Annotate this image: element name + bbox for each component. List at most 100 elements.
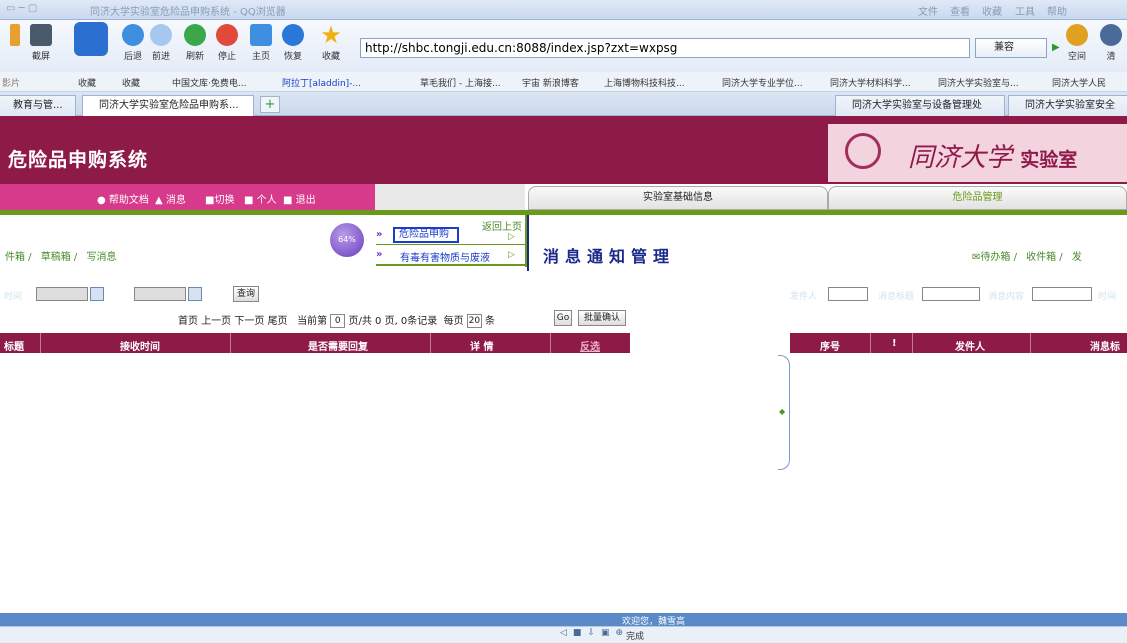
help-docs-link[interactable]: ● 帮助文档 <box>97 191 149 206</box>
star-icon: ★ <box>320 21 342 49</box>
current-page-input[interactable]: 0 <box>330 314 346 328</box>
tab-lab-safety[interactable]: 同济大学实验室安全 <box>1008 95 1127 116</box>
fav-item[interactable]: 同济大学实验室与... <box>938 76 1019 89</box>
address-bar[interactable]: http://shbc.tongji.edu.cn:8088/index.jsp… <box>360 38 970 58</box>
crumb-sent[interactable]: 发 <box>1072 252 1082 263</box>
fav-item[interactable]: 阿拉丁[aladdin]-... <box>282 76 361 89</box>
last-page-link[interactable]: 尾页 <box>268 316 288 327</box>
fav-item[interactable]: 草毛我们 - 上海接... <box>420 76 501 89</box>
refresh-button[interactable]: 刷新 <box>180 24 210 62</box>
invert-selection-link[interactable]: 反选 <box>580 338 600 353</box>
calendar-icon[interactable] <box>188 287 202 301</box>
title-filter-label: 消息标题 <box>878 292 915 302</box>
calendar-icon[interactable] <box>90 287 104 301</box>
fav-item[interactable]: 上海博物科技科技... <box>604 76 685 89</box>
first-page-link[interactable]: 首页 <box>178 316 198 327</box>
fav-item[interactable]: 收藏 <box>78 76 96 89</box>
col-details: 详 情 <box>470 342 494 353</box>
new-tab-button[interactable]: + <box>260 96 280 113</box>
col-sep <box>430 333 431 353</box>
crumb-todo[interactable]: 待办箱 <box>980 252 1010 263</box>
tab-hazard-management[interactable]: 危险品管理 <box>828 186 1127 210</box>
message-icon: ▲ <box>155 195 163 206</box>
university-name: 同济大学 实验室 <box>908 137 1077 174</box>
restore-button[interactable]: 恢复 <box>278 24 308 62</box>
back-page-link[interactable]: 返回上页 <box>482 218 522 233</box>
clear-icon <box>1100 24 1122 46</box>
content-filter-label: 消息内容 <box>988 292 1025 302</box>
menu-file[interactable]: 文件 <box>918 3 938 18</box>
app-title: 危险品申购系统 <box>8 149 149 171</box>
fav-item[interactable]: 同济大学材料科学... <box>830 76 911 89</box>
messages-link[interactable]: ▲ 消息 <box>155 191 186 206</box>
go-arrow-icon[interactable]: ▶ <box>1052 42 1060 53</box>
window-controls-icon[interactable]: ▭ ─ ▢ <box>6 3 37 14</box>
refresh-icon <box>184 24 206 46</box>
home-icon <box>250 24 272 46</box>
go-button[interactable]: Go <box>554 310 572 326</box>
clear-button[interactable]: 清 <box>1096 24 1126 62</box>
page-heading: 消息通知管理 <box>543 247 676 266</box>
menu-view[interactable]: 查看 <box>950 3 970 18</box>
switch-link[interactable]: ■切换 <box>205 191 234 206</box>
screenshot-button[interactable]: 截屏 <box>26 24 56 62</box>
play-arrow-icon: ▷ <box>508 250 515 260</box>
tab-lab-basic-info[interactable]: 实验室基础信息 <box>528 186 828 210</box>
profile-link[interactable]: ■ 个人 <box>244 191 277 206</box>
tab-education[interactable]: 教育与管... <box>0 95 76 116</box>
status-tool-icons[interactable]: ◁■⇩▣⊕ <box>560 628 629 638</box>
fav-item[interactable]: 宇宙 新浪博客 <box>522 76 579 89</box>
crumb-received[interactable]: 收件箱 <box>1026 252 1056 263</box>
forward-button[interactable]: 前进 <box>146 24 176 62</box>
top-menu-strip <box>0 184 375 211</box>
fav-item[interactable]: 同济大学专业学位... <box>722 76 803 89</box>
date-filter-label: 时间 <box>4 292 23 302</box>
fav-item[interactable]: 同济大学人民 <box>1052 76 1106 89</box>
crumb-compose[interactable]: 写消息 <box>86 252 116 263</box>
batch-confirm-button[interactable]: 批量确认 <box>578 310 626 326</box>
qq-button[interactable] <box>72 22 110 56</box>
top-menu-strip-gap <box>375 184 525 211</box>
back-button[interactable]: 后退 <box>118 24 148 62</box>
progress-ball[interactable]: 64% <box>330 223 364 257</box>
next-page-link[interactable]: 下一页 <box>234 316 264 327</box>
fav-item[interactable]: 收藏 <box>122 76 140 89</box>
start-date-input[interactable] <box>36 287 88 301</box>
menu-toxic-waste[interactable]: 有毒有害物质与废液 <box>400 249 490 264</box>
menu-favorites[interactable]: 收藏 <box>982 3 1002 18</box>
status-done: 完成 <box>626 632 645 642</box>
per-page-unit: 条 <box>485 316 496 327</box>
restore-icon <box>282 24 304 46</box>
stop-icon <box>216 24 238 46</box>
stop-button[interactable]: 停止 <box>212 24 242 62</box>
home-button[interactable]: 主页 <box>246 24 276 62</box>
logout-link[interactable]: ■ 退出 <box>283 191 316 206</box>
prev-page-link[interactable]: 上一页 <box>201 316 231 327</box>
menu-hazard-purchase[interactable]: 危险品申购 <box>393 227 459 243</box>
tab-lab-equipment[interactable]: 同济大学实验室与设备管理处 <box>835 95 1005 116</box>
col-message-title: 消息标 <box>1090 342 1120 353</box>
menu-tools[interactable]: 工具 <box>1015 3 1035 18</box>
col-sep <box>870 333 871 353</box>
collapse-arrow-icon[interactable]: ◆ <box>779 407 785 416</box>
tab-hazard-system[interactable]: 同济大学实验室危险品申购系... <box>82 95 254 116</box>
query-button[interactable]: 查询 <box>233 286 259 302</box>
per-page-input[interactable]: 20 <box>466 314 482 328</box>
message-content-input[interactable] <box>1032 287 1092 301</box>
favorites-button[interactable]: ★ 收藏 <box>316 21 346 62</box>
compat-mode-button[interactable]: 兼容 <box>975 38 1047 58</box>
end-date-input[interactable] <box>134 287 186 301</box>
space-button[interactable]: 空间 <box>1062 24 1092 62</box>
play-arrow-icon: ▷ <box>508 232 515 242</box>
crumb-inbox[interactable]: 件箱 <box>5 252 25 263</box>
message-title-input[interactable] <box>922 287 980 301</box>
popup-divider <box>376 264 526 266</box>
sender-input[interactable] <box>828 287 868 301</box>
page-total-text: 页/共 0 页, 0条记录 <box>348 316 438 327</box>
university-suffix: 实验室 <box>1020 149 1078 171</box>
fav-item[interactable]: 中国文库·免费电... <box>172 76 246 89</box>
menu-help[interactable]: 帮助 <box>1047 3 1067 18</box>
back-arrow-icon <box>122 24 144 46</box>
col-priority: ! <box>892 338 897 349</box>
crumb-drafts[interactable]: 草稿箱 <box>41 252 71 263</box>
